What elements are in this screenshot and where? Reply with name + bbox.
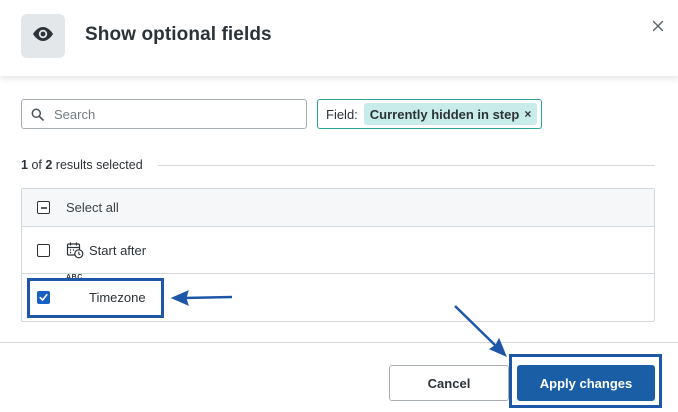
checkmark-icon [39,294,48,301]
eye-icon [31,26,55,47]
calendar-clock-icon [66,241,84,259]
optional-field-list: Select all Start after ABC Timezone [21,188,655,322]
results-total-count: 2 [45,158,53,172]
show-optional-fields-dialog: Show optional fields Field: Currently hi… [0,0,678,412]
close-button[interactable] [648,18,668,38]
timezone-checkbox[interactable] [37,291,50,304]
start-after-checkbox[interactable] [37,243,50,257]
search-icon [30,107,44,121]
header-icon-container [21,14,65,58]
dialog-header: Show optional fields [0,0,678,76]
select-all-row[interactable]: Select all [22,189,654,227]
field-filter-chip[interactable]: Field: Currently hidden in step × [317,99,543,129]
filter-value-text: Currently hidden in step [369,106,520,122]
filter-remove-button[interactable]: × [524,107,531,121]
apply-changes-button[interactable]: Apply changes [517,365,655,401]
search-field[interactable] [21,99,307,129]
results-of-text: of [31,158,42,172]
results-divider [158,165,655,166]
close-icon [652,19,664,37]
abc-text-icon: ABC [66,274,83,281]
select-all-label: Select all [66,200,119,215]
dialog-title: Show optional fields [85,24,272,45]
filter-value: Currently hidden in step × [363,103,538,125]
results-suffix: results selected [55,158,143,172]
list-item[interactable]: Start after [22,227,654,274]
select-all-checkbox[interactable] [37,201,50,214]
results-selected-count: 1 [21,158,28,172]
indeterminate-dash-icon [40,206,47,209]
cancel-button[interactable]: Cancel [389,365,509,401]
dialog-footer: Cancel Apply changes [0,342,678,412]
filter-label: Field: [326,106,358,122]
timezone-label: Timezone [89,290,146,305]
search-input[interactable] [52,105,296,123]
dialog-body: Field: Currently hidden in step × 1 of 2… [0,76,678,342]
start-after-label: Start after [89,242,147,258]
list-item[interactable]: ABC Timezone [22,274,654,321]
results-count: 1 of 2 results selected [21,158,143,172]
